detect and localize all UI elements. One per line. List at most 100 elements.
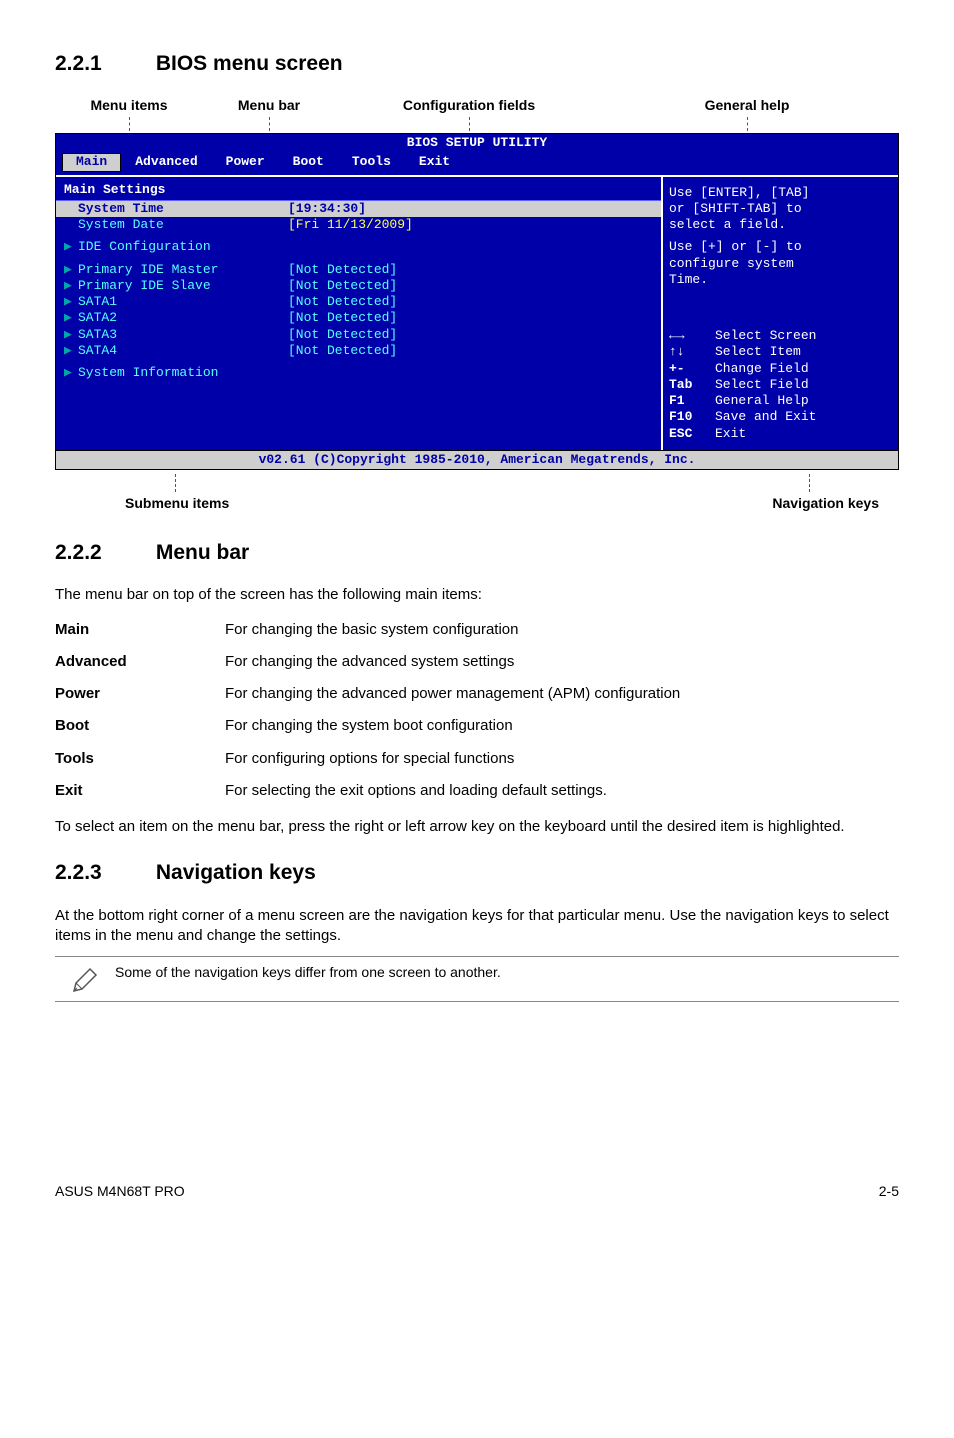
row-sata3[interactable]: ▶ SATA3 [Not Detected] [56,327,661,343]
label-pis: Primary IDE Slave [78,278,288,294]
bios-help-pane: Use [ENTER], [TAB] or [SHIFT-TAB] to sel… [663,177,898,450]
help-line: or [SHIFT-TAB] to [669,201,892,217]
key-desc: Select Item [715,344,801,360]
value-sata2: [Not Detected] [288,310,653,326]
section-para: At the bottom right corner of a menu scr… [55,906,899,947]
heading-title: BIOS menu screen [156,52,343,75]
label-sata1: SATA1 [78,294,288,310]
label-ide-config: IDE Configuration [78,239,288,255]
anno-menu-items: Menu items [90,97,167,113]
help-line: select a field. [669,217,892,233]
anno-general-help: General help [705,97,790,113]
value-system-date: [Fri 11/13/2009] [288,217,653,233]
value-sata3: [Not Detected] [288,327,653,343]
note-text: Some of the navigation keys differ from … [115,963,899,982]
label-pim: Primary IDE Master [78,262,288,278]
row-ide-config[interactable]: ▶ IDE Configuration [56,239,661,255]
label-system-time: System Time [78,201,288,217]
heading-title: Menu bar [156,541,249,564]
submenu-arrow-icon: ▶ [64,310,78,326]
anno-nav-keys: Navigation keys [689,494,879,513]
label-sata4: SATA4 [78,343,288,359]
def-term: Boot [55,710,225,742]
key-label: F1 [669,393,715,409]
heading-num: 2.2.2 [55,539,150,567]
row-system-date[interactable]: System Date [Fri 11/13/2009] [56,217,661,233]
bios-menubar: Main Advanced Power Boot Tools Exit [56,152,898,174]
submenu-arrow-icon: ▶ [64,343,78,359]
row-primary-ide-slave[interactable]: ▶ Primary IDE Slave [Not Detected] [56,278,661,294]
menu-tools[interactable]: Tools [338,153,405,171]
heading-num: 2.2.3 [55,859,150,887]
arrows-lr-icon: ←→ [669,328,715,344]
menu-main[interactable]: Main [62,153,121,171]
bios-nav-keys-legend: ←→Select Screen ↑↓Select Item +-Change F… [669,328,892,442]
submenu-arrow-icon: ▶ [64,327,78,343]
submenu-arrow-icon: ▶ [64,294,78,310]
def-desc: For changing the advanced system setting… [225,646,680,678]
anno-menu-bar: Menu bar [238,97,300,113]
bios-footer: v02.61 (C)Copyright 1985-2010, American … [56,450,898,469]
heading-2-2-3: 2.2.3 Navigation keys [55,859,899,887]
anno-config-fields: Configuration fields [403,97,535,113]
label-sata2: SATA2 [78,310,288,326]
heading-title: Navigation keys [156,861,316,884]
key-label: +- [669,361,715,377]
key-desc: Save and Exit [715,409,816,425]
submenu-arrow-icon: ▶ [64,262,78,278]
value-sata4: [Not Detected] [288,343,653,359]
note-block: Some of the navigation keys differ from … [55,956,899,1002]
bios-title: BIOS SETUP UTILITY [56,134,898,152]
row-primary-ide-master[interactable]: ▶ Primary IDE Master [Not Detected] [56,262,661,278]
def-term: Main [55,614,225,646]
bios-screenshot: BIOS SETUP UTILITY Main Advanced Power B… [55,133,899,470]
row-sata4[interactable]: ▶ SATA4 [Not Detected] [56,343,661,359]
bios-main-pane: Main Settings System Time [19:34:30] Sys… [56,177,663,450]
label-sata3: SATA3 [78,327,288,343]
key-label: ESC [669,426,715,442]
def-term: Tools [55,743,225,775]
key-desc: Select Field [715,377,809,393]
row-system-time[interactable]: System Time [19:34:30] [56,201,661,217]
help-line: Time. [669,272,892,288]
help-line: Use [+] or [-] to [669,239,892,255]
menu-boot[interactable]: Boot [279,153,338,171]
value-pim: [Not Detected] [288,262,653,278]
help-line: Use [ENTER], [TAB] [669,185,892,201]
value-pis: [Not Detected] [288,278,653,294]
submenu-arrow-icon: ▶ [64,278,78,294]
row-system-information[interactable]: ▶ System Information [56,365,661,381]
key-label: Tab [669,377,715,393]
row-sata2[interactable]: ▶ SATA2 [Not Detected] [56,310,661,326]
page-footer: ASUS M4N68T PRO 2-5 [55,1182,899,1201]
bios-subheading: Main Settings [56,181,661,201]
heading-num: 2.2.1 [55,50,150,78]
pencil-icon [55,963,115,995]
heading-2-2-1: 2.2.1 BIOS menu screen [55,50,899,78]
row-sata1[interactable]: ▶ SATA1 [Not Detected] [56,294,661,310]
menu-definitions: MainFor changing the basic system config… [55,614,680,808]
label-sysinfo: System Information [78,365,288,381]
def-term: Advanced [55,646,225,678]
key-desc: Select Screen [715,328,816,344]
key-desc: General Help [715,393,809,409]
def-desc: For changing the system boot configurati… [225,710,680,742]
submenu-arrow-icon: ▶ [64,239,78,255]
anno-submenu-items: Submenu items [125,494,265,513]
value-system-time: [19:34:30] [288,201,653,217]
bios-bottom-annotations: Submenu items Navigation keys [65,474,889,513]
key-desc: Change Field [715,361,809,377]
label-system-date: System Date [78,217,288,233]
menu-power[interactable]: Power [212,153,279,171]
section-trail: To select an item on the menu bar, press… [55,817,899,837]
submenu-arrow-icon: ▶ [64,365,78,381]
bios-top-annotations: Menu items Menu bar Configuration fields… [59,96,895,131]
menu-exit[interactable]: Exit [405,153,464,171]
section-lead: The menu bar on top of the screen has th… [55,585,899,605]
menu-advanced[interactable]: Advanced [121,153,211,171]
footer-right: 2-5 [879,1182,899,1201]
def-desc: For changing the advanced power manageme… [225,678,680,710]
heading-2-2-2: 2.2.2 Menu bar [55,539,899,567]
arrows-ud-icon: ↑↓ [669,344,715,360]
key-desc: Exit [715,426,746,442]
